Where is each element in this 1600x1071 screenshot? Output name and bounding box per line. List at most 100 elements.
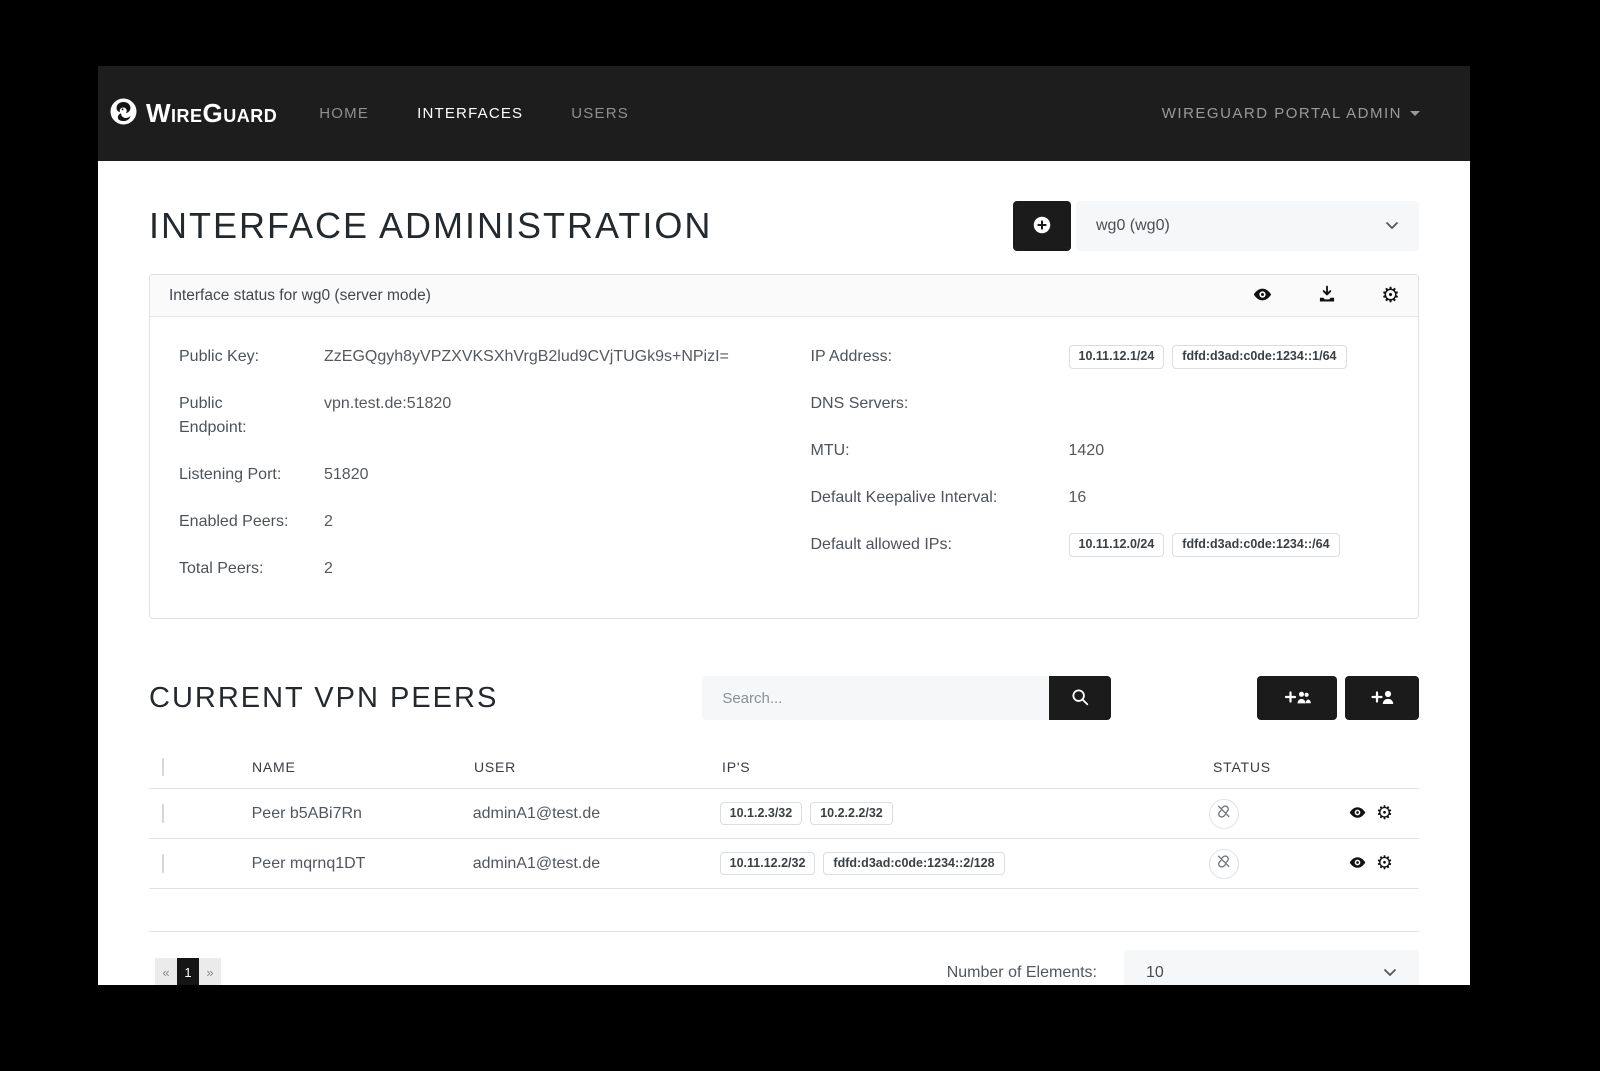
column-header-status: STATUS bbox=[1213, 759, 1353, 775]
chevron-down-icon bbox=[1385, 217, 1399, 235]
field-label: Default allowed IPs: bbox=[811, 533, 1021, 557]
enabled-peers-row: Enabled Peers: 2 bbox=[179, 510, 787, 534]
user-menu-label: WIREGUARD PORTAL ADMIN bbox=[1162, 105, 1402, 122]
field-label: Public Key: bbox=[179, 345, 291, 369]
pagination-next[interactable]: » bbox=[199, 958, 221, 985]
nav-users[interactable]: USERS bbox=[547, 95, 653, 132]
eye-icon bbox=[1348, 853, 1367, 875]
download-config-button[interactable] bbox=[1317, 284, 1337, 307]
nav-interfaces[interactable]: INTERFACES bbox=[393, 95, 547, 132]
ip-badge: 10.11.12.0/24 bbox=[1069, 533, 1165, 557]
ip-badge: 10.11.12.2/32 bbox=[720, 852, 816, 875]
nav-home[interactable]: HOME bbox=[295, 95, 393, 132]
pagination-page-1[interactable]: 1 bbox=[177, 958, 199, 985]
status-badge bbox=[1209, 849, 1239, 879]
field-value: 51820 bbox=[324, 463, 369, 487]
navbar: WireGuard HOME INTERFACES USERS WIREGUAR… bbox=[98, 66, 1470, 161]
add-interface-button[interactable] bbox=[1013, 201, 1071, 251]
view-peer-button[interactable] bbox=[1348, 803, 1367, 825]
show-config-button[interactable] bbox=[1252, 284, 1273, 308]
caret-down-icon bbox=[1410, 111, 1420, 116]
peer-settings-button[interactable]: ⚙ bbox=[1376, 854, 1393, 873]
table-footer-divider bbox=[149, 888, 1419, 932]
page-title: INTERFACE ADMINISTRATION bbox=[149, 205, 712, 247]
gear-icon: ⚙ bbox=[1376, 804, 1393, 823]
field-label: IP Address: bbox=[811, 345, 1021, 369]
search-icon bbox=[1070, 687, 1090, 710]
ip-badge: fdfd:d3ad:c0de:1234::2/128 bbox=[823, 852, 1004, 875]
field-value: 16 bbox=[1069, 486, 1087, 510]
ip-badge: 10.11.12.1/24 bbox=[1069, 345, 1165, 369]
allowed-ips-row: Default allowed IPs: 10.11.12.0/24 fdfd:… bbox=[811, 533, 1395, 557]
table-row: Peer b5ABi7Rn adminA1@test.de 10.1.2.3/3… bbox=[149, 788, 1419, 838]
eye-icon bbox=[1252, 284, 1273, 308]
field-label: Default Keepalive Interval: bbox=[811, 486, 1021, 510]
gear-icon: ⚙ bbox=[1376, 854, 1393, 873]
pagination: « 1 » bbox=[155, 958, 221, 985]
keepalive-row: Default Keepalive Interval: 16 bbox=[811, 486, 1395, 510]
table-header-row: NAME USER IP'S STATUS bbox=[149, 746, 1419, 788]
column-header-name: NAME bbox=[252, 759, 474, 775]
search-input[interactable] bbox=[702, 676, 1049, 720]
view-peer-button[interactable] bbox=[1348, 853, 1367, 875]
total-peers-row: Total Peers: 2 bbox=[179, 557, 787, 581]
field-value: 2 bbox=[324, 510, 333, 534]
field-label: Listening Port: bbox=[179, 463, 291, 487]
status-left-column: Public Key: ZzEGQgyh8yVPZXVKSXhVrgB2lud9… bbox=[179, 345, 787, 604]
peers-section-title: CURRENT VPN PEERS bbox=[149, 682, 498, 715]
link-slash-icon bbox=[1215, 803, 1232, 825]
peer-user: adminA1@test.de bbox=[473, 805, 720, 823]
add-multiple-peers-button[interactable] bbox=[1257, 676, 1337, 720]
status-right-column: IP Address: 10.11.12.1/24 fdfd:d3ad:c0de… bbox=[787, 345, 1395, 604]
row-checkbox[interactable] bbox=[162, 804, 164, 823]
search-button[interactable] bbox=[1049, 676, 1111, 720]
elements-select-value: 10 bbox=[1146, 964, 1164, 982]
add-user-icon bbox=[1369, 686, 1395, 711]
peer-name: Peer mqrnq1DT bbox=[252, 855, 473, 873]
listening-port-row: Listening Port: 51820 bbox=[179, 463, 787, 487]
wireguard-logo-icon bbox=[110, 98, 137, 130]
ip-badge: fdfd:d3ad:c0de:1234::1/64 bbox=[1172, 345, 1346, 369]
ip-badge: 10.1.2.3/32 bbox=[720, 802, 803, 825]
brand-name: WireGuard bbox=[146, 98, 277, 129]
column-header-user: USER bbox=[474, 759, 722, 775]
field-label: Public Endpoint: bbox=[179, 392, 291, 440]
peer-name: Peer b5ABi7Rn bbox=[252, 805, 473, 823]
main-nav: HOME INTERFACES USERS bbox=[295, 95, 653, 132]
mtu-row: MTU: 1420 bbox=[811, 439, 1395, 463]
app-window: WireGuard HOME INTERFACES USERS WIREGUAR… bbox=[98, 66, 1470, 985]
field-value: ZzEGQgyh8yVPZXVKSXhVrgB2lud9CVjTUGk9s+NP… bbox=[324, 345, 729, 369]
user-menu[interactable]: WIREGUARD PORTAL ADMIN bbox=[1162, 105, 1420, 122]
gear-icon: ⚙ bbox=[1381, 285, 1400, 306]
elements-select[interactable]: 10 bbox=[1124, 950, 1419, 985]
field-value: 2 bbox=[324, 557, 333, 581]
field-label: Enabled Peers: bbox=[179, 510, 291, 534]
pagination-prev[interactable]: « bbox=[155, 958, 177, 985]
public-key-row: Public Key: ZzEGQgyh8yVPZXVKSXhVrgB2lud9… bbox=[179, 345, 787, 369]
ip-badge: fdfd:d3ad:c0de:1234::/64 bbox=[1172, 533, 1339, 557]
interface-settings-button[interactable]: ⚙ bbox=[1381, 285, 1400, 306]
peer-settings-button[interactable]: ⚙ bbox=[1376, 804, 1393, 823]
add-peer-button[interactable] bbox=[1345, 676, 1419, 720]
card-title: Interface status for wg0 (server mode) bbox=[169, 287, 431, 305]
row-checkbox[interactable] bbox=[162, 854, 164, 873]
peers-table: NAME USER IP'S STATUS Peer b5ABi7Rn admi… bbox=[149, 746, 1419, 932]
elements-label: Number of Elements: bbox=[947, 964, 1097, 982]
field-value: vpn.test.de:51820 bbox=[324, 392, 451, 440]
public-endpoint-row: Public Endpoint: vpn.test.de:51820 bbox=[179, 392, 787, 440]
table-row: Peer mqrnq1DT adminA1@test.de 10.11.12.2… bbox=[149, 838, 1419, 888]
plus-circle-icon bbox=[1031, 214, 1053, 239]
peer-user: adminA1@test.de bbox=[473, 855, 720, 873]
interface-select[interactable]: wg0 (wg0) bbox=[1076, 201, 1419, 251]
peer-search bbox=[702, 676, 1111, 720]
brand[interactable]: WireGuard bbox=[110, 98, 277, 130]
link-slash-icon bbox=[1215, 853, 1232, 875]
field-label: DNS Servers: bbox=[811, 392, 1021, 416]
ip-address-row: IP Address: 10.11.12.1/24 fdfd:d3ad:c0de… bbox=[811, 345, 1395, 369]
select-all-checkbox[interactable] bbox=[162, 758, 164, 776]
eye-icon bbox=[1348, 803, 1367, 825]
field-label: Total Peers: bbox=[179, 557, 291, 581]
interface-select-value: wg0 (wg0) bbox=[1096, 217, 1170, 235]
add-users-icon bbox=[1282, 686, 1312, 711]
interface-status-card: Interface status for wg0 (server mode) ⚙ bbox=[149, 274, 1419, 619]
